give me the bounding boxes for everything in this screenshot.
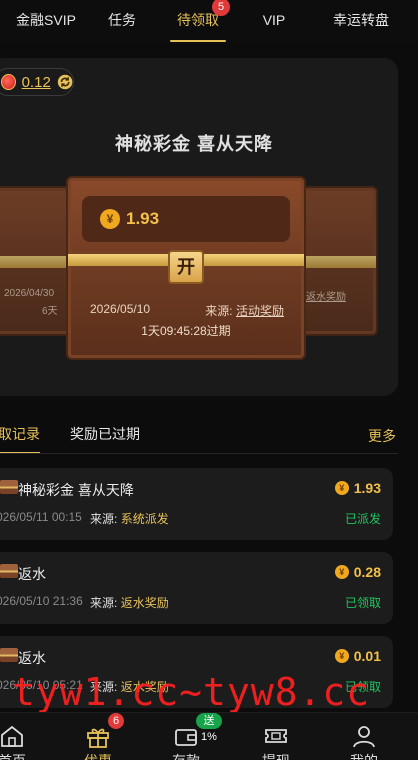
record-status: 已派发 — [344, 512, 381, 526]
tab-finance-svip[interactable]: 金融SVIP — [0, 0, 92, 44]
tab-expired-rewards[interactable]: 奖励已过期 — [70, 424, 140, 444]
more-link[interactable]: 更多 — [368, 426, 396, 446]
nav-label: 我的 — [328, 751, 400, 760]
record-amount-group: ¥ 1.93 — [334, 480, 381, 496]
yen-coin-icon: ¥ — [334, 481, 349, 495]
left-chest-days: 6天 — [42, 306, 58, 317]
chest-amount-plate: ¥ 1.93 — [82, 196, 290, 242]
source-value: 系统派发 — [120, 512, 169, 526]
nav-profile[interactable]: 我的 — [328, 713, 400, 760]
record-title: 神秘彩金 喜从天降 — [18, 482, 134, 498]
balance-value: 0.12 — [21, 73, 51, 91]
nav-label: 首页 — [0, 751, 48, 760]
left-chest-date: 2026/04/30 — [4, 288, 55, 299]
tab-vip[interactable]: VIP — [244, 0, 304, 44]
tab-label: 任务 — [108, 12, 136, 28]
chest-amount: 1.93 — [126, 209, 160, 228]
open-chest-button[interactable]: 开 — [168, 250, 204, 284]
record-source: 来源: 系统派发 — [90, 510, 169, 527]
tab-tasks[interactable]: 任务 — [92, 0, 152, 44]
nav-promotions[interactable]: 6 优惠 — [62, 713, 134, 760]
nav-home[interactable]: 首页 — [0, 713, 48, 760]
record-time: 026/05/10 21:36 — [0, 594, 83, 608]
nav-withdraw[interactable]: 提现 — [240, 713, 312, 760]
chest-date: 2026/05/10 — [90, 302, 151, 316]
source-label: 来源: — [90, 512, 118, 526]
source-label: 来源: — [205, 304, 233, 318]
site-watermark: tyw1.cc~tyw8.cc — [12, 670, 371, 714]
red-coin-icon — [1, 74, 16, 90]
nav-label: 存款 — [150, 751, 222, 760]
record-item[interactable]: 神秘彩金 喜从天降 ¥ 1.93 026/05/11 00:15 来源: 系统派… — [0, 468, 393, 540]
record-title: 返水 — [18, 566, 46, 582]
tab-lucky-wheel[interactable]: 幸运转盘 — [304, 0, 418, 44]
deposit-bonus-badge: 送1% — [196, 713, 222, 743]
yen-coin-icon: ¥ — [334, 565, 349, 579]
record-tab-bar: 取记录 奖励已过期 更多 — [0, 410, 418, 454]
top-tab-bar: 金融SVIP 任务 待领取 5 VIP 幸运转盘 — [0, 0, 418, 44]
user-icon — [353, 726, 375, 748]
nav-deposit[interactable]: 送1% 存款 — [150, 713, 222, 760]
record-time: 026/05/11 00:15 — [0, 510, 82, 524]
chest-expire-countdown: 1天09:45:28过期 — [141, 324, 231, 338]
record-amount-group: ¥ 0.28 — [334, 564, 381, 580]
record-item[interactable]: 返水 ¥ 0.28 026/05/10 21:36 来源: 返水奖励 已领取 — [0, 552, 393, 624]
tab-label: 金融SVIP — [16, 12, 76, 28]
record-amount: 0.01 — [353, 648, 381, 664]
record-amount: 0.28 — [353, 564, 381, 580]
nav-label: 优惠 — [62, 751, 134, 760]
pending-count-badge: 5 — [212, 0, 230, 16]
tab-pending[interactable]: 待领取 5 — [152, 0, 244, 44]
record-amount-group: ¥ 0.01 — [334, 648, 381, 664]
tab-claim-records[interactable]: 取记录 — [0, 424, 40, 444]
record-status: 已领取 — [344, 596, 381, 610]
right-chest-source: 返水奖励 — [306, 292, 346, 303]
ticket-icon — [265, 729, 287, 743]
source-label: 来源: — [90, 596, 118, 610]
record-source: 来源: 返水奖励 — [90, 594, 169, 611]
tab-label: 幸运转盘 — [333, 12, 389, 28]
chest-source: 来源: 活动奖励 — [205, 302, 284, 319]
balance-pill[interactable]: 0.12 — [0, 68, 74, 96]
record-title: 返水 — [18, 650, 46, 666]
treasure-chest-icon — [0, 480, 18, 494]
main-treasure-chest[interactable]: ¥ 1.93 开 2026/05/10 来源: 活动奖励 1天09:45:28过… — [66, 176, 306, 360]
yen-coin-icon: ¥ — [100, 209, 120, 229]
tab-label: VIP — [262, 12, 286, 28]
divider — [0, 453, 398, 454]
promotions-badge: 6 — [108, 713, 125, 729]
treasure-chest-icon — [0, 648, 18, 662]
yen-coin-icon: ¥ — [334, 649, 349, 663]
gift-icon — [87, 728, 109, 748]
treasure-hero-panel: 0.12 神秘彩金 喜从天降 2026/04/30 6天 返水奖励 ¥ 1.93… — [0, 58, 398, 396]
nav-label: 提现 — [240, 751, 312, 760]
source-value: 返水奖励 — [120, 596, 169, 610]
record-amount: 1.93 — [353, 480, 381, 496]
tab-label: 待领取 — [177, 12, 219, 28]
refresh-icon[interactable] — [57, 73, 73, 91]
treasure-chest-icon — [0, 564, 18, 578]
source-value: 活动奖励 — [235, 304, 284, 318]
hero-title: 神秘彩金 喜从天降 — [114, 134, 273, 154]
bottom-navigation: 首页 6 优惠 送1% 存款 提现 我的 — [0, 712, 418, 760]
home-icon — [1, 725, 23, 747]
wallet-icon — [175, 729, 197, 746]
